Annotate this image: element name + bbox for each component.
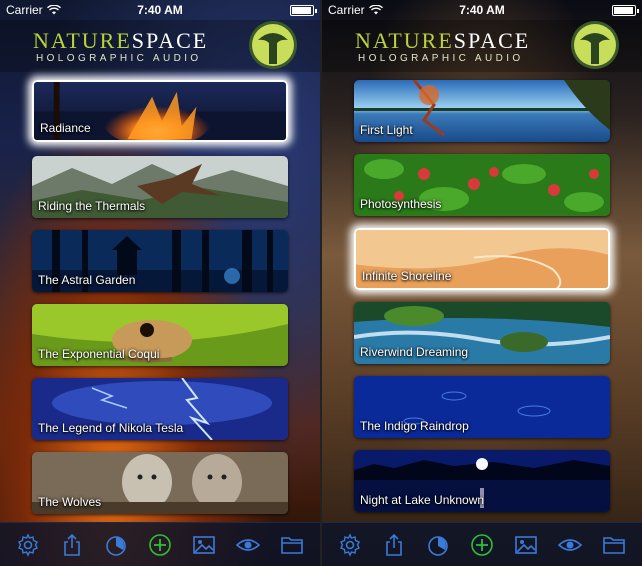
tile-label: Radiance	[40, 121, 91, 135]
soundscape-tile-night-lake-unknown[interactable]: Night at Lake Unknown	[354, 450, 610, 512]
phone-screen-left: Carrier 7:40 AM NATURESPACE HOLOGRAPHIC …	[0, 0, 320, 566]
tile-label: The Legend of Nikola Tesla	[38, 421, 184, 435]
carrier-label: Carrier	[6, 3, 43, 17]
settings-button[interactable]	[14, 531, 42, 559]
tile-label: Photosynthesis	[360, 197, 442, 211]
app-header: NATURESPACE HOLOGRAPHIC AUDIO	[0, 20, 320, 72]
soundscape-tile-nikola-tesla[interactable]: The Legend of Nikola Tesla	[32, 378, 288, 440]
wifi-icon	[46, 5, 61, 15]
phone-screen-right: Carrier 7:40 AM NATURESPACE HOLOGRAPHIC …	[322, 0, 642, 566]
add-button[interactable]	[468, 531, 496, 559]
tile-label: The Exponential Coqui	[38, 347, 160, 361]
image-icon	[515, 535, 537, 554]
soundscape-tile-infinite-shoreline[interactable]: Infinite Shoreline	[354, 228, 610, 290]
battery-icon	[612, 5, 639, 16]
bottom-toolbar	[322, 522, 642, 566]
carrier-label: Carrier	[328, 3, 365, 17]
share-button[interactable]	[380, 531, 408, 559]
folder-icon	[281, 536, 303, 554]
tile-label: Night at Lake Unknown	[360, 493, 485, 507]
soundscape-tile-photosynthesis[interactable]: Photosynthesis	[354, 154, 610, 216]
add-icon	[471, 533, 493, 556]
sleep-timer-button[interactable]	[102, 531, 130, 559]
soundscape-tile-astral-garden[interactable]: The Astral Garden	[32, 230, 288, 292]
tile-label: Infinite Shoreline	[362, 269, 452, 283]
app-logo-subtitle: HOLOGRAPHIC AUDIO	[358, 53, 524, 64]
view-button[interactable]	[556, 531, 584, 559]
soundscape-tile-first-light[interactable]: First Light	[354, 80, 610, 142]
library-button[interactable]	[278, 531, 306, 559]
app-logo-subtitle: HOLOGRAPHIC AUDIO	[36, 53, 202, 64]
soundscape-tile-wolves[interactable]: The Wolves	[32, 452, 288, 514]
gear-icon	[340, 532, 360, 557]
soundscape-tile-indigo-raindrop[interactable]: The Indigo Raindrop	[354, 376, 610, 438]
eye-icon	[236, 538, 260, 551]
timer-icon	[106, 535, 126, 556]
status-bar: Carrier 7:40 AM	[0, 0, 320, 20]
soundscape-tile-exponential-coqui[interactable]: The Exponential Coqui	[32, 304, 288, 366]
background-image-button[interactable]	[512, 531, 540, 559]
bottom-toolbar	[0, 522, 320, 566]
status-bar: Carrier 7:40 AM	[322, 0, 642, 20]
soundscape-tile-riverwind-dreaming[interactable]: Riverwind Dreaming	[354, 302, 610, 364]
naturespace-logo-icon	[571, 21, 619, 69]
soundscape-tile-radiance[interactable]: Radiance	[32, 80, 288, 142]
folder-icon	[603, 536, 625, 554]
eye-icon	[558, 538, 582, 551]
share-icon	[64, 533, 80, 556]
timer-icon	[428, 535, 448, 556]
gear-icon	[18, 532, 38, 557]
battery-icon	[290, 5, 317, 16]
tile-label: The Indigo Raindrop	[360, 419, 469, 433]
tile-label: The Wolves	[38, 495, 102, 509]
add-button[interactable]	[146, 531, 174, 559]
add-icon	[149, 533, 171, 556]
app-logo-text: NATURESPACE	[33, 28, 209, 53]
share-button[interactable]	[58, 531, 86, 559]
wifi-icon	[368, 5, 383, 15]
image-icon	[193, 535, 215, 554]
library-button[interactable]	[600, 531, 628, 559]
soundscape-tile-riding-thermals[interactable]: Riding the Thermals	[32, 156, 288, 218]
background-image-button[interactable]	[190, 531, 218, 559]
tile-label: Riverwind Dreaming	[360, 345, 469, 359]
tile-label: First Light	[360, 123, 413, 137]
tile-label: The Astral Garden	[38, 273, 136, 287]
view-button[interactable]	[234, 531, 262, 559]
sleep-timer-button[interactable]	[424, 531, 452, 559]
app-logo-text: NATURESPACE	[355, 28, 531, 53]
app-header: NATURESPACE HOLOGRAPHIC AUDIO	[322, 20, 642, 72]
share-icon	[386, 533, 402, 556]
tile-label: Riding the Thermals	[38, 199, 146, 213]
settings-button[interactable]	[336, 531, 364, 559]
naturespace-logo-icon	[249, 21, 297, 69]
